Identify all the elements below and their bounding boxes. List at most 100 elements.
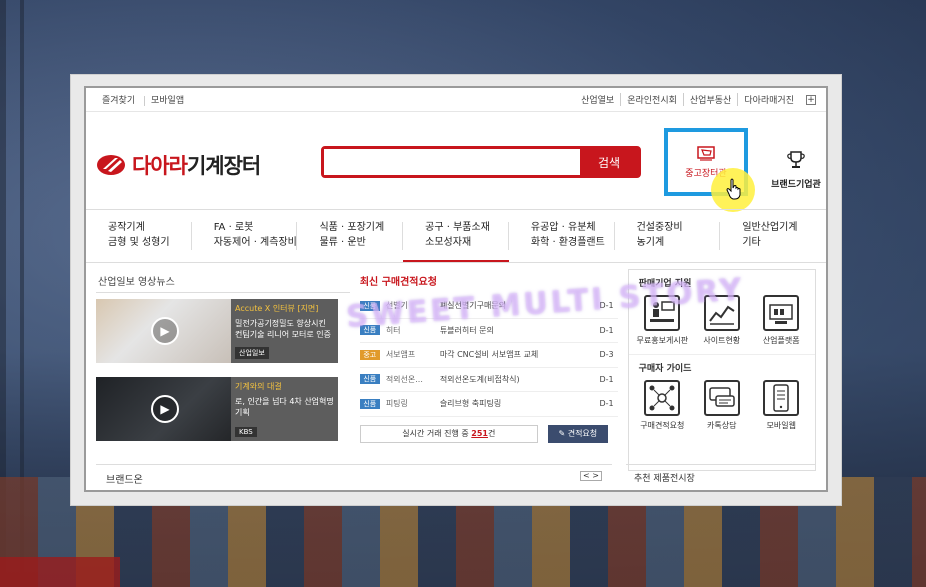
category-nav: 공작기계 금형 및 성형기 FA · 로봇자동제어 · 계측장비 식품 · 포장기…	[86, 209, 826, 263]
play-icon[interactable]: ▶	[151, 317, 179, 345]
website-viewport: 즐겨찾기 모바일앱 산업열보 온라인전시회 산업부동산 다아라매거진 + 다아라…	[84, 86, 828, 492]
network-icon	[644, 380, 681, 416]
nav-food-packaging[interactable]: 식품 · 포장기계 물류 · 운반	[297, 210, 403, 262]
top-utility-bar: 즐겨찾기 모바일앱 산업열보 온라인전시회 산업부동산 다아라매거진 +	[86, 88, 826, 112]
mobile-web-link[interactable]: 모바일웹	[752, 378, 810, 431]
side-item-label: 구매견적요청	[640, 421, 685, 430]
nav-line1: FA · 로봇	[213, 222, 254, 233]
condition-badge: 신품	[359, 325, 380, 336]
quote-deadline: D-3	[599, 350, 614, 360]
purchase-quote-link[interactable]: 구매견적요청	[633, 378, 691, 431]
quote-name[interactable]: 적외선온도계(비접착식)	[440, 374, 588, 385]
side-item-label: 사이트현황	[703, 336, 741, 345]
favorites-link[interactable]: 즐겨찾기	[96, 96, 141, 106]
nav-line1: 건설중장비	[636, 222, 683, 233]
quote-name[interactable]: 튜블러히터 문의	[440, 325, 588, 336]
carousel-arrows[interactable]: < >	[580, 471, 602, 481]
seller-support-title: 판매기업 지원	[638, 279, 692, 289]
quote-row[interactable]: 신품 적외선온... 적외선온도계(비접착식) D-1	[359, 368, 618, 392]
nav-line2: 자동제어 · 계측장비	[213, 237, 297, 248]
news-headline[interactable]: 로, 인간을 넘다 4차 산업혁명 기획	[235, 396, 334, 418]
side-item-label: 카톡상담	[707, 421, 737, 430]
condition-badge: 중고	[359, 349, 380, 360]
shopping-cart-icon	[697, 145, 715, 161]
nav-tools-parts[interactable]: 공구 · 부품소재소모성자재	[403, 210, 509, 262]
logo-text: 다아라기계장터	[132, 150, 261, 180]
news-source: 산업일보	[235, 347, 269, 359]
nav-general[interactable]: 일반산업기계기타	[720, 210, 826, 262]
buyer-guide-title: 구매자 가이드	[638, 364, 692, 374]
nav-line2: 농기계	[636, 237, 665, 248]
nav-line2: 기타	[742, 237, 761, 248]
news-info: Accute X 인터뷰 [지면] 밀전가공기정밀도 향상시킨 컨팀기술 리니어…	[231, 299, 338, 363]
top-right-links: 산업열보 온라인전시회 산업부동산 다아라매거진 +	[575, 93, 816, 106]
mobile-app-link[interactable]: 모바일앱	[144, 96, 191, 106]
brand-on-title[interactable]: 브랜드온	[106, 471, 143, 486]
site-logo[interactable]: 다아라기계장터	[96, 150, 261, 180]
quote-name[interactable]: 슬리브형 축피팅링	[440, 398, 588, 409]
site-status-link[interactable]: 사이트현황	[693, 293, 751, 346]
nav-line1: 공구 · 부품소재	[425, 222, 490, 233]
seller-support-grid: 무료홍보게시판 사이트현황 산업플랫폼	[629, 293, 815, 346]
industry-daily-link[interactable]: 산업열보	[575, 93, 620, 106]
nav-hydraulics[interactable]: 유공압 · 유분체화학 · 환경플랜트	[509, 210, 615, 262]
quote-name[interactable]: 폐실선별기구매문의	[440, 300, 588, 311]
quote-category: 서보앰프	[385, 350, 416, 360]
plus-icon[interactable]: +	[806, 94, 816, 105]
play-icon[interactable]: ▶	[151, 395, 179, 423]
nav-line1: 일반산업기계	[742, 222, 798, 233]
chart-icon	[703, 295, 740, 331]
nav-line2: 화학 · 환경플랜트	[530, 237, 605, 248]
factory-icon	[763, 295, 800, 331]
quote-list: 신품 선별기 폐실선별기구매문의 D-1 신품 히터 튜블러히터 문의 D-1 …	[359, 294, 618, 417]
news-headline[interactable]: 밀전가공기정밀도 향상시킨 컨팀기술 리니어 모터로 인증	[235, 318, 334, 340]
logo-mark-icon	[96, 154, 126, 176]
request-quote-label: 견적요청	[567, 428, 598, 438]
nav-line1: 유공압 · 유분체	[530, 222, 596, 233]
industry-realestate-link[interactable]: 산업부동산	[682, 93, 737, 106]
quote-name[interactable]: 마각 CNC설비 서보앰프 교체	[440, 349, 588, 360]
nav-fa-robot[interactable]: FA · 로봇자동제어 · 계측장비	[192, 210, 298, 262]
nav-construction[interactable]: 건설중장비농기계	[615, 210, 721, 262]
news-thumbnail[interactable]: ▶	[96, 377, 231, 441]
news-tag: 기계와의 대결	[235, 382, 282, 391]
site-header: 다아라기계장터 검색 중고장터관 브랜드기업관	[86, 112, 826, 212]
side-item-label: 산업플랫폼	[762, 336, 800, 345]
quote-category: 피팅링	[385, 399, 408, 409]
quote-deadline: D-1	[599, 399, 614, 409]
quote-deadline: D-1	[599, 301, 614, 311]
condition-badge: 신품	[359, 300, 380, 311]
quote-row[interactable]: 중고 서보앰프 마각 CNC설비 서보앰프 교체 D-3	[359, 343, 618, 368]
nav-line2: 소모성자재	[425, 237, 472, 248]
video-news-section: 산업일보 영상뉴스 ▶ Accute X 인터뷰 [지면] 밀전가공기정밀도 향…	[96, 269, 350, 471]
brand-on-bar: 브랜드온 < >	[96, 464, 612, 486]
hand-cursor-icon	[726, 178, 744, 205]
buyer-guide-grid: 구매견적요청 카톡상담 모바일웹	[629, 378, 815, 431]
quote-request-title[interactable]: 최신 구매견적요청	[360, 269, 618, 294]
video-news-title[interactable]: 산업일보 영상뉴스	[96, 269, 350, 293]
request-quote-button[interactable]: ✎ 견적요청	[547, 424, 608, 443]
brand-company-button[interactable]: 브랜드기업관	[766, 150, 826, 190]
magazine-link[interactable]: 다아라매거진	[737, 93, 800, 106]
logo-text-red: 다아라	[132, 154, 188, 178]
kakao-consult-link[interactable]: 카톡상담	[693, 378, 751, 431]
search-button[interactable]: 검색	[580, 149, 638, 175]
search-bar: 검색	[321, 146, 641, 178]
news-thumbnail[interactable]: ▶	[96, 299, 231, 363]
quote-row[interactable]: 신품 피팅링 슬리브형 축피팅링 D-1	[359, 392, 618, 417]
quote-row[interactable]: 신품 히터 튜블러히터 문의 D-1	[359, 319, 618, 343]
live-count[interactable]: 251	[471, 429, 488, 438]
news-card[interactable]: ▶ Accute X 인터뷰 [지면] 밀전가공기정밀도 향상시킨 컨팀기술 리…	[96, 299, 338, 363]
quote-row[interactable]: 신품 선별기 폐실선별기구매문의 D-1	[359, 294, 618, 319]
news-card[interactable]: ▶ 기계와의 대결 로, 인간을 넘다 4차 산업혁명 기획 KBS	[96, 377, 338, 441]
nav-line1: 공작기계	[108, 222, 145, 233]
online-exhibition-link[interactable]: 온라인전시회	[620, 93, 683, 106]
nav-line1: 식품 · 포장기계	[319, 222, 385, 233]
screenshot-frame: 즐겨찾기 모바일앱 산업열보 온라인전시회 산업부동산 다아라매거진 + 다아라…	[70, 74, 842, 506]
live-suffix: 건	[488, 428, 496, 438]
free-promo-board-link[interactable]: 무료홍보게시판	[633, 293, 691, 346]
nav-machine-tools[interactable]: 공작기계 금형 및 성형기	[86, 210, 192, 262]
recommended-showroom[interactable]: 추천 제품전시장	[626, 464, 816, 486]
search-input[interactable]	[324, 149, 580, 175]
industry-platform-link[interactable]: 산업플랫폼	[752, 293, 810, 346]
